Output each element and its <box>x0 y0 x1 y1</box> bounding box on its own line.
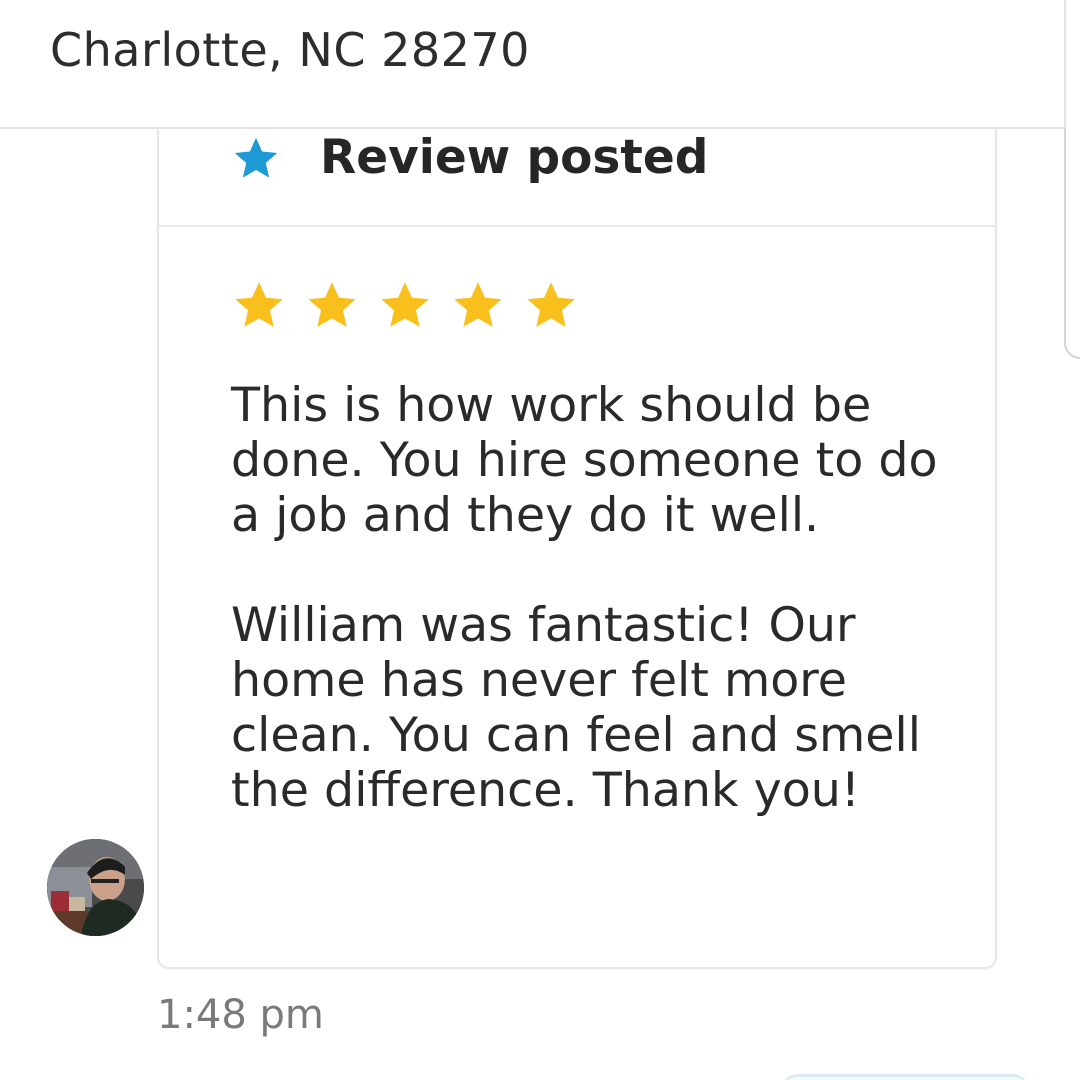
star-rating <box>231 278 579 334</box>
rating-star-icon <box>381 282 429 327</box>
top-bar: Charlotte, NC 28270 <box>0 0 1066 129</box>
location-title: Charlotte, NC 28270 <box>50 23 530 77</box>
side-panel-edge <box>1064 127 1080 359</box>
review-card: Review posted This is how work should be… <box>157 110 997 969</box>
next-message-bubble <box>780 1074 1030 1080</box>
rating-star-icon <box>235 282 283 327</box>
rating-star-icon <box>527 282 575 327</box>
review-posted-title: Review posted <box>320 130 709 185</box>
conversation-screen: Charlotte, NC 28270 Review posted This i… <box>0 0 1080 1080</box>
review-paragraph-2: William was fantastic! Our home has neve… <box>231 598 921 818</box>
review-text: This is how work should be done. You hir… <box>231 378 971 818</box>
avatar-photo <box>47 839 144 936</box>
rating-star-icon <box>454 282 502 327</box>
rating-star-icon <box>308 282 356 327</box>
review-paragraph-1: This is how work should be done. You hir… <box>231 378 938 543</box>
message-timestamp: 1:48 pm <box>157 992 324 1038</box>
user-avatar[interactable] <box>47 839 144 936</box>
star-icon <box>234 137 278 178</box>
